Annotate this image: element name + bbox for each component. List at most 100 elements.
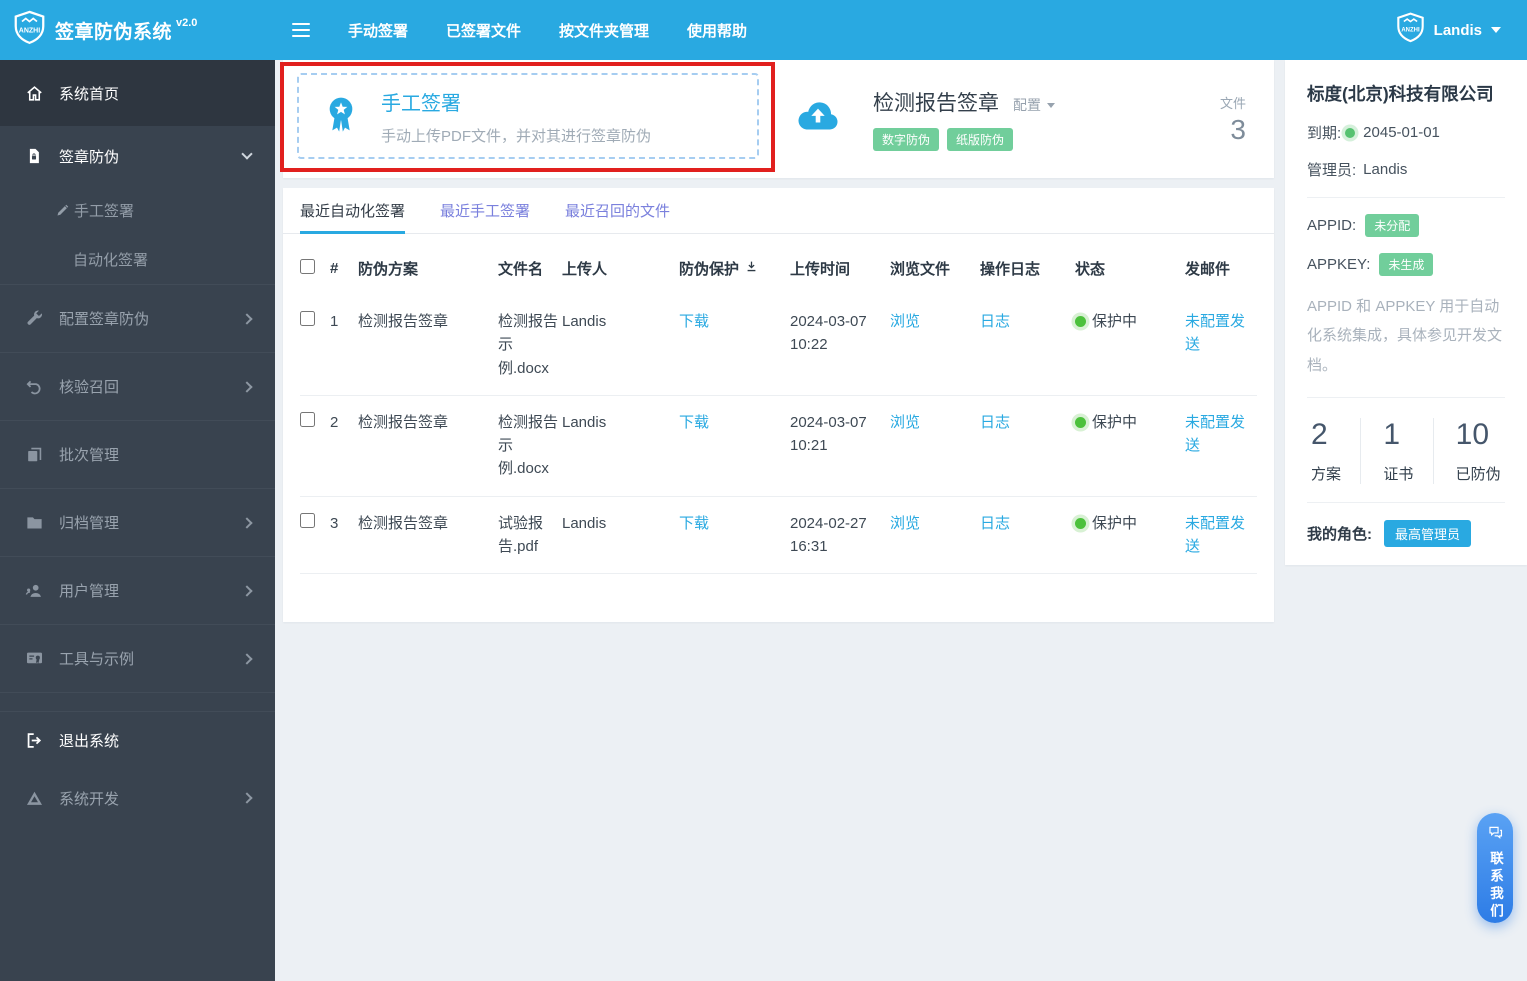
nav-signed-files[interactable]: 已签署文件 xyxy=(446,20,521,41)
users-icon xyxy=(24,581,44,601)
sidebar-item-label: 批次管理 xyxy=(59,447,120,464)
stat-value: 10 xyxy=(1455,417,1490,451)
sidebar-group-seal: 签章防伪 手工签署 自动化签署 xyxy=(0,126,275,285)
cell-scheme: 检测报告签章 xyxy=(358,514,449,532)
sidebar-item-tools-examples[interactable]: 工具与示例 xyxy=(0,625,275,693)
mail-config-link[interactable]: 未配置发送 xyxy=(1185,313,1245,353)
sidebar-item-config-seal[interactable]: 配置签章防伪 xyxy=(0,285,275,353)
sidebar-item-home[interactable]: 系统首页 xyxy=(0,60,275,126)
mail-config-link[interactable]: 未配置发送 xyxy=(1185,515,1245,555)
sidebar-subitem-manual-sign[interactable]: 手工签署 xyxy=(0,186,275,235)
api-note: APPID 和 APPKEY 用于自动化系统集成，具体参见开发文档。 xyxy=(1307,298,1503,374)
row-checkbox[interactable] xyxy=(300,411,315,427)
cell-index: 3 xyxy=(330,514,339,532)
table-row: 3 检测报告签章 试验报告.pdf Landis 下载 2024-02-27 1… xyxy=(300,496,1257,574)
chevron-down-icon xyxy=(1491,27,1501,33)
sidebar-subitem-label: 手工签署 xyxy=(74,203,135,220)
col-status: 状态 xyxy=(1075,261,1106,278)
recent-files-card: 最近自动化签署 最近手工签署 最近召回的文件 # 防伪方案 文件名 上传人 防伪… xyxy=(283,188,1274,622)
files-label: 文件 xyxy=(1219,95,1246,111)
tab-recent-recalled[interactable]: 最近召回的文件 xyxy=(565,188,670,233)
cloud-upload-icon[interactable] xyxy=(795,94,841,145)
scheme-summary: 检测报告签章 配置 数字防伪 纸版防伪 文件 3 xyxy=(795,60,1274,178)
undo-icon xyxy=(24,377,44,397)
log-link[interactable]: 日志 xyxy=(980,414,1010,431)
view-link[interactable]: 浏览 xyxy=(890,414,920,431)
mail-config-link[interactable]: 未配置发送 xyxy=(1185,414,1245,454)
download-link[interactable]: 下载 xyxy=(679,515,709,532)
sidebar-item-label: 系统开发 xyxy=(59,790,120,808)
stat-label: 已防伪 xyxy=(1455,465,1501,483)
row-checkbox[interactable] xyxy=(300,512,315,528)
recent-tabs: 最近自动化签署 最近手工签署 最近召回的文件 xyxy=(283,188,1274,234)
account-stats: 2 方案 1 证书 10 已防伪 xyxy=(1307,417,1505,484)
stat-protected: 10 已防伪 xyxy=(1432,417,1505,484)
contact-us-button[interactable]: 联系我们 xyxy=(1477,813,1513,923)
cell-uploader: Landis xyxy=(562,313,607,330)
download-link[interactable]: 下载 xyxy=(679,414,709,431)
download-link[interactable]: 下载 xyxy=(679,313,709,330)
cell-scheme: 检测报告签章 xyxy=(358,313,449,330)
expire-status-dot-icon xyxy=(1345,127,1356,138)
app-title: 签章防伪系统 xyxy=(55,21,173,43)
nav-folder-manage[interactable]: 按文件夹管理 xyxy=(559,20,649,41)
badge-paper-antifake: 纸版防伪 xyxy=(947,128,1014,151)
tab-recent-manual-sign[interactable]: 最近手工签署 xyxy=(440,188,530,233)
stat-schemes: 2 方案 xyxy=(1307,418,1360,484)
sidebar-item-seal-antifake[interactable]: 签章防伪 xyxy=(0,126,275,186)
status-text: 保护中 xyxy=(1092,413,1138,431)
sidebar-item-logout[interactable]: 退出系统 xyxy=(0,711,275,769)
chevron-right-icon xyxy=(241,380,253,393)
col-send-mail: 发邮件 xyxy=(1185,261,1231,278)
chevron-right-icon xyxy=(241,584,253,597)
cell-upload-time: 2024-02-27 16:31 xyxy=(790,514,867,555)
status-dot-icon xyxy=(1075,316,1086,328)
view-link[interactable]: 浏览 xyxy=(890,313,920,330)
manual-sign-title: 手工签署 xyxy=(381,92,461,115)
row-checkbox[interactable] xyxy=(300,311,315,326)
select-all-checkbox[interactable] xyxy=(300,259,315,274)
sidebar-item-label: 配置签章防伪 xyxy=(59,311,150,328)
col-filename: 文件名 xyxy=(498,261,544,278)
sidebar-item-label: 核验召回 xyxy=(59,379,120,396)
company-name: 标度(北京)科技有限公司 xyxy=(1307,84,1494,104)
admin-label: 管理员: xyxy=(1307,162,1357,179)
cell-index: 1 xyxy=(330,313,339,330)
menu-icon[interactable] xyxy=(292,19,318,41)
anzhi-shield-user-icon: ANZHI xyxy=(1396,12,1425,48)
scheme-config-dropdown[interactable]: 配置 xyxy=(1013,95,1055,115)
nav-help[interactable]: 使用帮助 xyxy=(687,20,747,41)
app-version: v2.0 xyxy=(176,17,198,29)
sidebar-item-archive-manage[interactable]: 归档管理 xyxy=(0,489,275,557)
sidebar-item-batch-manage[interactable]: 批次管理 xyxy=(0,421,275,489)
view-link[interactable]: 浏览 xyxy=(890,515,920,532)
table-row: 1 检测报告签章 检测报告示例.docx Landis 下载 2024-03-0… xyxy=(300,295,1257,396)
appkey-label: APPKEY: xyxy=(1307,256,1371,273)
nav-manual-sign[interactable]: 手动签署 xyxy=(348,20,408,41)
sidebar-item-system-dev[interactable]: 系统开发 xyxy=(0,769,275,827)
certificate-icon xyxy=(24,649,44,669)
tab-recent-auto-sign[interactable]: 最近自动化签署 xyxy=(300,188,406,234)
user-menu[interactable]: ANZHI Landis xyxy=(1396,12,1527,48)
col-upload-time: 上传时间 xyxy=(790,261,851,278)
badge-digital-antifake: 数字防伪 xyxy=(873,128,940,151)
col-uploader: 上传人 xyxy=(562,261,608,278)
sidebar-item-verify-recall[interactable]: 核验召回 xyxy=(0,353,275,421)
account-panel: 标度(北京)科技有限公司 到期: 2045-01-01 管理员: Landis … xyxy=(1285,60,1527,565)
sidebar-item-label: 归档管理 xyxy=(59,515,120,532)
sidebar-item-label: 签章防伪 xyxy=(59,148,120,166)
appid-label: APPID: xyxy=(1307,217,1357,234)
manual-sign-card[interactable]: 手工签署 手动上传PDF文件，并对其进行签章防伪 xyxy=(297,73,759,159)
divider xyxy=(1307,396,1505,398)
sidebar-item-user-manage[interactable]: 用户管理 xyxy=(0,557,275,625)
sidebar-item-label: 退出系统 xyxy=(59,733,120,750)
download-sort-icon[interactable] xyxy=(745,260,758,277)
cell-upload-time: 2024-03-07 10:22 xyxy=(790,313,867,354)
log-link[interactable]: 日志 xyxy=(980,313,1010,330)
chevron-right-icon xyxy=(241,312,253,325)
chat-icon xyxy=(1487,824,1504,846)
sidebar-subitem-auto-sign[interactable]: 自动化签署 xyxy=(0,235,275,284)
sidebar-item-label: 系统首页 xyxy=(59,85,120,103)
log-link[interactable]: 日志 xyxy=(980,515,1010,532)
award-ribbon-icon xyxy=(321,94,361,139)
